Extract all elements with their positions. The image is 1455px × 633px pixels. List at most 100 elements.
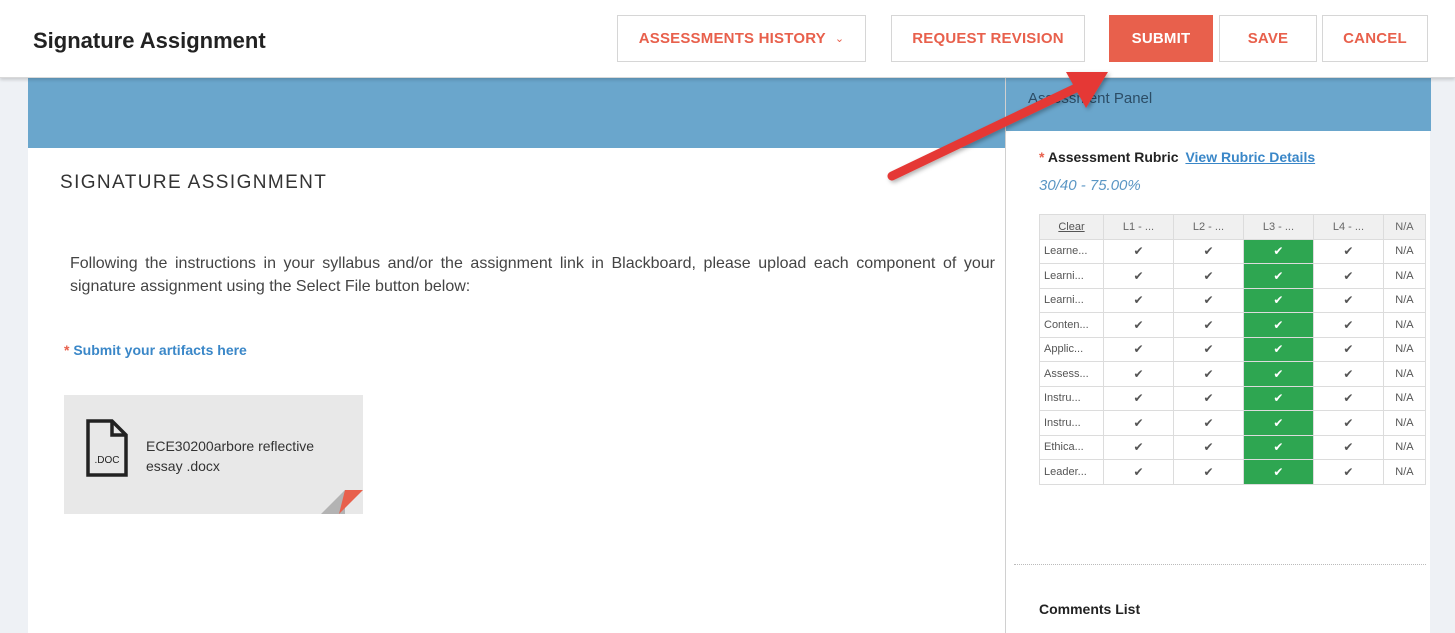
save-label: SAVE (1247, 30, 1289, 47)
rubric-level-cell[interactable]: ✔ (1242, 385, 1314, 411)
criterion-label: Learne... (1039, 238, 1104, 264)
rubric-row: Learne... ✔ ✔ ✔ ✔ N/A (1039, 238, 1427, 264)
page-title: Signature Assignment (33, 28, 266, 53)
check-icon: ✔ (1203, 244, 1214, 259)
rubric-level-cell[interactable]: ✔ (1312, 287, 1384, 313)
rubric-na-cell[interactable]: N/A (1382, 410, 1427, 436)
assessments-history-button[interactable]: ASSESSMENTS HISTORY ⌄ (617, 15, 866, 62)
rubric-level-cell[interactable]: ✔ (1103, 287, 1174, 313)
rubric-na-cell[interactable]: N/A (1382, 287, 1427, 313)
check-icon: ✔ (1273, 293, 1284, 308)
criterion-label: Learni... (1039, 263, 1104, 289)
required-marker: * (1039, 149, 1045, 165)
view-rubric-details-link[interactable]: View Rubric Details (1185, 149, 1315, 165)
rubric-na-cell[interactable]: N/A (1382, 263, 1427, 289)
save-button[interactable]: SAVE (1219, 15, 1317, 62)
rubric-level-cell[interactable]: ✔ (1242, 263, 1314, 289)
check-icon: ✔ (1203, 342, 1214, 357)
rubric-level-cell[interactable]: ✔ (1312, 336, 1384, 362)
rubric-label: * Assessment Rubric View Rubric Details (1039, 149, 1315, 165)
rubric-row: Learni... ✔ ✔ ✔ ✔ N/A (1039, 287, 1427, 313)
rubric-level-cell[interactable]: ✔ (1312, 410, 1384, 436)
assessments-history-label: ASSESSMENTS HISTORY (638, 30, 826, 47)
rubric-na-cell[interactable]: N/A (1382, 238, 1427, 264)
rubric-level-cell[interactable]: ✔ (1242, 361, 1314, 387)
level-header: L4 - ... (1312, 214, 1384, 240)
rubric-level-cell[interactable]: ✔ (1103, 361, 1174, 387)
cancel-button[interactable]: CANCEL (1322, 15, 1428, 62)
rubric-level-cell[interactable]: ✔ (1242, 312, 1314, 338)
rubric-level-cell[interactable]: ✔ (1103, 263, 1174, 289)
rubric-na-cell[interactable]: N/A (1382, 434, 1427, 460)
rubric-level-cell[interactable]: ✔ (1172, 410, 1244, 436)
rubric-level-cell[interactable]: ✔ (1312, 361, 1384, 387)
level-header: N/A (1382, 214, 1427, 240)
rubric-level-cell[interactable]: ✔ (1172, 361, 1244, 387)
artifact-upload-text: Submit your artifacts here (73, 342, 247, 358)
check-icon: ✔ (1203, 268, 1214, 283)
check-icon: ✔ (1343, 293, 1354, 308)
clear-link[interactable]: Clear (1039, 214, 1104, 240)
rubric-level-cell[interactable]: ✔ (1103, 336, 1174, 362)
rubric-level-cell[interactable]: ✔ (1242, 336, 1314, 362)
rubric-level-cell[interactable]: ✔ (1312, 459, 1384, 485)
rubric-level-cell[interactable]: ✔ (1172, 434, 1244, 460)
artifact-upload-label: * Submit your artifacts here (64, 342, 247, 358)
rubric-na-cell[interactable]: N/A (1382, 312, 1427, 338)
criterion-label: Ethica... (1039, 434, 1104, 460)
section-title: SIGNATURE ASSIGNMENT (60, 172, 328, 193)
rubric-level-cell[interactable]: ✔ (1172, 238, 1244, 264)
check-icon: ✔ (1273, 244, 1284, 259)
rubric-level-cell[interactable]: ✔ (1172, 263, 1244, 289)
rubric-table: Clear L1 - ... L2 - ... L3 - ... L4 - ..… (1039, 214, 1427, 485)
rubric-level-cell[interactable]: ✔ (1103, 385, 1174, 411)
check-icon: ✔ (1133, 366, 1144, 381)
rubric-level-cell[interactable]: ✔ (1103, 459, 1174, 485)
submit-button[interactable]: SUBMIT (1109, 15, 1213, 62)
rubric-level-cell[interactable]: ✔ (1312, 238, 1384, 264)
rubric-row: Conten... ✔ ✔ ✔ ✔ N/A (1039, 312, 1427, 338)
rubric-level-cell[interactable]: ✔ (1242, 410, 1314, 436)
rubric-level-cell[interactable]: ✔ (1242, 459, 1314, 485)
rubric-level-cell[interactable]: ✔ (1312, 385, 1384, 411)
rubric-level-cell[interactable]: ✔ (1242, 434, 1314, 460)
criterion-label: Learni... (1039, 287, 1104, 313)
check-icon: ✔ (1343, 391, 1354, 406)
rubric-level-cell[interactable]: ✔ (1242, 238, 1314, 264)
doc-file-icon: .DOC (86, 419, 128, 477)
request-revision-button[interactable]: REQUEST REVISION (891, 15, 1085, 62)
content-banner (28, 78, 1005, 148)
check-icon: ✔ (1273, 366, 1284, 381)
file-name[interactable]: ECE30200arbore reflective essay .docx (146, 436, 346, 476)
check-icon: ✔ (1203, 366, 1214, 381)
level-header: L2 - ... (1172, 214, 1244, 240)
rubric-level-cell[interactable]: ✔ (1172, 336, 1244, 362)
uploaded-file-card[interactable]: .DOC ECE30200arbore reflective essay .do… (64, 395, 363, 514)
criterion-label: Instru... (1039, 385, 1104, 411)
rubric-na-cell[interactable]: N/A (1382, 336, 1427, 362)
rubric-row: Assess... ✔ ✔ ✔ ✔ N/A (1039, 361, 1427, 387)
rubric-row: Instru... ✔ ✔ ✔ ✔ N/A (1039, 385, 1427, 411)
page-gutter-right (1430, 78, 1455, 633)
rubric-level-cell[interactable]: ✔ (1242, 287, 1314, 313)
check-icon: ✔ (1343, 244, 1354, 259)
rubric-level-cell[interactable]: ✔ (1172, 287, 1244, 313)
rubric-level-cell[interactable]: ✔ (1103, 434, 1174, 460)
rubric-level-cell[interactable]: ✔ (1172, 459, 1244, 485)
rubric-na-cell[interactable]: N/A (1382, 459, 1427, 485)
rubric-level-cell[interactable]: ✔ (1103, 312, 1174, 338)
rubric-level-cell[interactable]: ✔ (1103, 410, 1174, 436)
submit-label: SUBMIT (1131, 30, 1191, 47)
rubric-level-cell[interactable]: ✔ (1103, 238, 1174, 264)
rubric-level-cell[interactable]: ✔ (1312, 312, 1384, 338)
rubric-level-cell[interactable]: ✔ (1172, 312, 1244, 338)
check-icon: ✔ (1273, 268, 1284, 283)
rubric-level-cell[interactable]: ✔ (1312, 263, 1384, 289)
rubric-row: Instru... ✔ ✔ ✔ ✔ N/A (1039, 410, 1427, 436)
rubric-level-cell[interactable]: ✔ (1172, 385, 1244, 411)
rubric-na-cell[interactable]: N/A (1382, 385, 1427, 411)
doc-icon-text: .DOC (95, 455, 120, 466)
rubric-level-cell[interactable]: ✔ (1312, 434, 1384, 460)
rubric-na-cell[interactable]: N/A (1382, 361, 1427, 387)
check-icon: ✔ (1133, 391, 1144, 406)
